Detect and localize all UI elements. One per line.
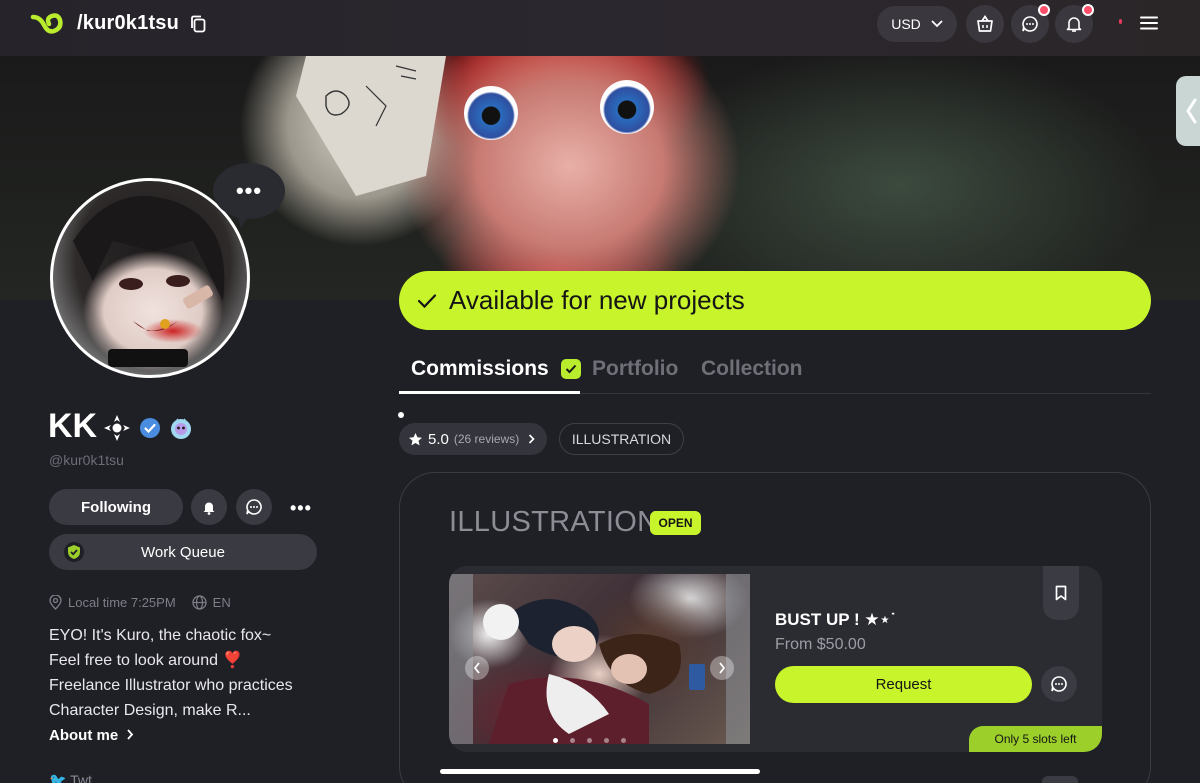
hamburger-menu-icon[interactable]: [1140, 16, 1158, 30]
username: @kur0k1tsu: [49, 452, 124, 468]
avatar-collar: [108, 349, 188, 367]
scroll-indicator[interactable]: [440, 769, 760, 774]
carousel-dot[interactable]: [604, 738, 609, 743]
chevron-right-icon: [529, 434, 535, 444]
carousel-next-button[interactable]: [710, 656, 734, 680]
star-icon: [409, 432, 422, 445]
chevron-right-icon: [719, 662, 726, 674]
request-button[interactable]: Request: [775, 666, 1032, 703]
sidebar-toggle-handle[interactable]: [1176, 76, 1200, 146]
bell-icon: [1066, 17, 1082, 32]
twitter-icon: 🐦: [49, 772, 67, 783]
chevron-down-icon: [931, 20, 943, 28]
shopping-bag-icon: [977, 15, 993, 32]
messages-button[interactable]: [1011, 4, 1050, 43]
rating-score: 5.0: [428, 430, 449, 448]
notifications-button[interactable]: [1055, 4, 1094, 43]
commission-price: From $50.00: [775, 636, 866, 653]
bio-line: EYO! It's Kuro, the chaotic fox~: [49, 627, 272, 644]
check-icon: [417, 293, 437, 308]
language: EN: [212, 595, 231, 610]
about-me-label: About me: [49, 727, 119, 744]
work-queue-button[interactable]: Work Queue: [49, 534, 317, 570]
banner-sketch-paper: [296, 56, 446, 196]
message-button[interactable]: [236, 489, 272, 525]
cart-button[interactable]: [966, 5, 1004, 43]
profile-meta: Local time 7:25PM EN: [49, 595, 231, 610]
ask-question-button[interactable]: [1041, 666, 1077, 702]
tab-label: Commissions: [411, 357, 549, 380]
carousel-dot[interactable]: [621, 738, 626, 743]
copy-icon[interactable]: [190, 15, 206, 33]
tab-commissions[interactable]: Commissions: [411, 357, 581, 381]
top-bar: /kur0k1tsu USD: [0, 0, 1200, 56]
following-button[interactable]: Following: [49, 489, 183, 525]
bio-line: Freelance Illustrator who practices: [49, 677, 293, 694]
chevron-left-icon: [473, 662, 480, 674]
chevron-left-icon: [1186, 98, 1197, 124]
notify-bell-button[interactable]: [191, 489, 227, 525]
location-pin-icon: [49, 595, 62, 610]
chat-bubble-icon: [1022, 16, 1038, 32]
next-item-peek: [1042, 776, 1078, 783]
commission-artwork: [483, 599, 705, 744]
carousel-dot[interactable]: [570, 738, 575, 743]
tab-portfolio[interactable]: Portfolio: [592, 357, 678, 381]
status-badge: OPEN: [650, 511, 701, 535]
work-queue-label: Work Queue: [141, 544, 225, 561]
availability-banner: Available for new projects: [399, 271, 1151, 330]
carousel-dot[interactable]: [587, 738, 592, 743]
about-me-link[interactable]: About me: [49, 727, 134, 744]
category-filter-chip[interactable]: ILLUSTRATION: [559, 423, 684, 455]
chevron-right-icon: [127, 729, 134, 740]
name-badges: [103, 414, 193, 442]
banner-eye-left: [464, 86, 518, 140]
bio-line: Feel free to look around ❣️: [49, 652, 243, 669]
notifications-unread-dot: [1082, 4, 1094, 16]
logo-icon[interactable]: [30, 11, 66, 37]
carousel-dot[interactable]: [553, 738, 558, 743]
social-label: Twt: [70, 772, 92, 783]
bio-line: Character Design, make R...: [49, 702, 251, 719]
commission-title: BUST UP ! ★⋆˙: [775, 610, 896, 629]
check-badge-icon: [560, 359, 581, 379]
verified-badge-icon[interactable]: [139, 417, 161, 439]
crosshair-badge-icon[interactable]: [103, 414, 131, 442]
chat-bubble-icon: [1051, 676, 1067, 692]
carousel-dots: [553, 738, 626, 743]
bell-icon: [203, 502, 215, 515]
profile-tabs: Commissions Portfolio Collection: [399, 348, 1151, 394]
globe-icon: [192, 595, 207, 610]
local-time: Local time 7:25PM: [68, 595, 176, 610]
tab-collection[interactable]: Collection: [701, 357, 803, 381]
more-options-button[interactable]: •••: [290, 498, 312, 519]
bookmark-icon: [1055, 585, 1067, 601]
review-count: (26 reviews): [453, 432, 520, 446]
availability-text: Available for new projects: [449, 285, 745, 315]
slots-remaining-badge: Only 5 slots left: [969, 726, 1102, 752]
user-avatar-mini[interactable]: [1119, 19, 1122, 24]
carousel-prev-button[interactable]: [465, 656, 489, 680]
profile-bio: EYO! It's Kuro, the chaotic fox~ Feel fr…: [49, 623, 319, 723]
commission-item-card[interactable]: BUST UP ! ★⋆˙ From $50.00 Request Only 5…: [449, 566, 1102, 752]
mascot-badge-icon[interactable]: [169, 416, 193, 440]
profile-handle: /kur0k1tsu: [77, 12, 180, 34]
section-title: ILLUSTRATION: [449, 506, 659, 538]
active-tab-indicator: [399, 391, 580, 394]
bookmark-button[interactable]: [1043, 566, 1079, 620]
messages-unread-dot: [1038, 4, 1050, 16]
currency-label: USD: [891, 16, 921, 32]
commission-image-carousel[interactable]: [449, 574, 750, 744]
banner-eye-right: [600, 80, 654, 134]
rating-button[interactable]: 5.0 (26 reviews): [399, 423, 547, 455]
decorative-dot: [398, 412, 404, 418]
chat-bubble-icon: [246, 499, 262, 515]
display-name: KK: [48, 407, 98, 445]
social-link[interactable]: 🐦 Twt: [49, 772, 92, 783]
currency-selector[interactable]: USD: [877, 6, 957, 42]
